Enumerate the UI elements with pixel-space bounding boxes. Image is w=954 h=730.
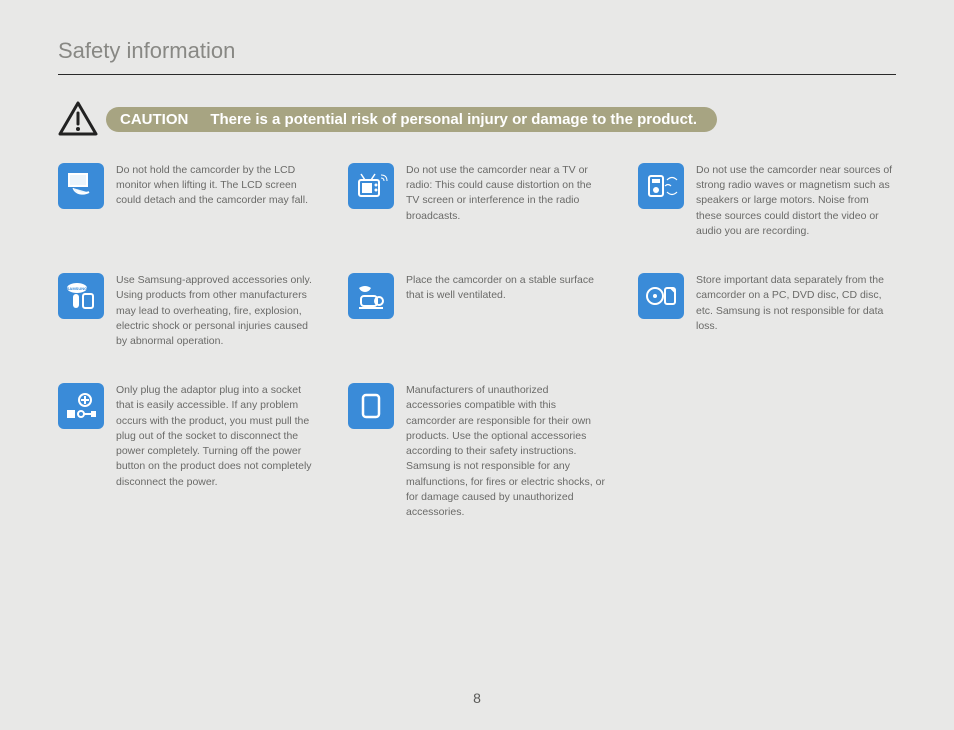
warning-triangle-icon xyxy=(58,101,98,137)
samsung-accessory-icon: SAMSUNG xyxy=(58,273,104,319)
lcd-hold-icon xyxy=(58,163,104,209)
page-title: Safety information xyxy=(58,38,896,75)
safety-grid: Do not hold the camcorder by the LCD mon… xyxy=(58,163,896,520)
caution-header: CAUTION There is a potential risk of per… xyxy=(58,101,896,137)
safety-item-text: Use Samsung-approved accessories only. U… xyxy=(116,273,316,349)
safety-item: Only plug the adaptor plug into a socket… xyxy=(58,383,316,520)
safety-item-text: Do not use the camcorder near a TV or ra… xyxy=(406,163,606,224)
safety-item-text: Only plug the adaptor plug into a socket… xyxy=(116,383,316,490)
safety-item-text: Place the camcorder on a stable surface … xyxy=(406,273,606,303)
safety-item-text: Do not hold the camcorder by the LCD mon… xyxy=(116,163,316,209)
safety-item-text: Store important data separately from the… xyxy=(696,273,896,334)
radio-waves-icon xyxy=(638,163,684,209)
page-number: 8 xyxy=(473,690,481,706)
adaptor-plug-icon xyxy=(58,383,104,429)
caution-bar: CAUTION There is a potential risk of per… xyxy=(106,107,717,132)
safety-item: Store important data separately from the… xyxy=(638,273,896,349)
stable-surface-icon xyxy=(348,273,394,319)
manual-accessory-icon xyxy=(348,383,394,429)
safety-item: Place the camcorder on a stable surface … xyxy=(348,273,606,349)
safety-item: SAMSUNG Use Samsung-approved accessories… xyxy=(58,273,316,349)
safety-item: Do not hold the camcorder by the LCD mon… xyxy=(58,163,316,239)
data-storage-icon xyxy=(638,273,684,319)
tv-radio-icon xyxy=(348,163,394,209)
safety-item: Do not use the camcorder near sources of… xyxy=(638,163,896,239)
safety-item: Manufacturers of unauthorized accessorie… xyxy=(348,383,606,520)
safety-item-text: Do not use the camcorder near sources of… xyxy=(696,163,896,239)
caution-label: CAUTION xyxy=(120,111,188,128)
safety-item-text: Manufacturers of unauthorized accessorie… xyxy=(406,383,606,520)
safety-item: Do not use the camcorder near a TV or ra… xyxy=(348,163,606,239)
caution-text: There is a potential risk of personal in… xyxy=(210,111,697,128)
svg-text:SAMSUNG: SAMSUNG xyxy=(67,286,87,291)
